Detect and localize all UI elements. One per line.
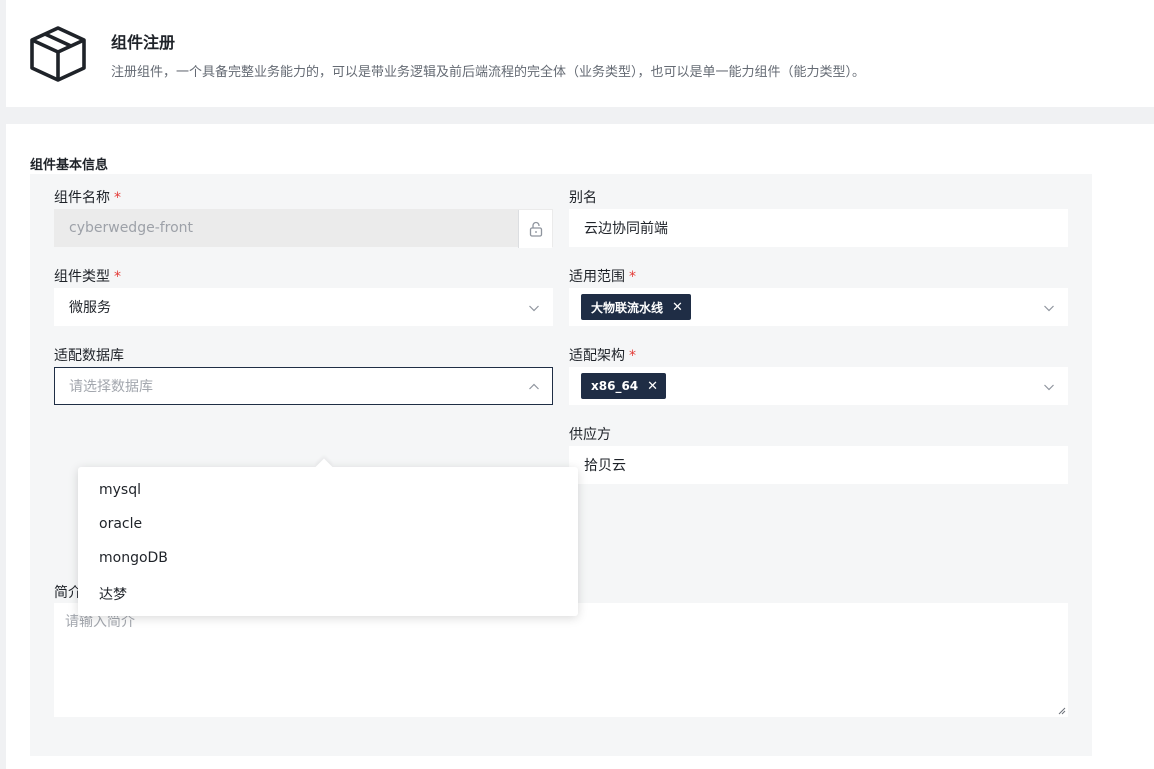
scope-select[interactable]: 大物联流水线 ✕: [569, 288, 1068, 326]
section-title: 组件基本信息: [30, 158, 109, 173]
dropdown-option[interactable]: mysql: [99, 482, 141, 498]
supplier-input[interactable]: 拾贝云: [569, 446, 1068, 484]
intro-textarea[interactable]: 请输入简介: [54, 603, 1068, 717]
type-value: 微服务: [69, 300, 111, 316]
dropdown-option[interactable]: 达梦: [99, 584, 127, 604]
name-label: 组件名称 *: [54, 190, 121, 206]
chevron-up-icon: [529, 383, 539, 390]
database-placeholder: 请选择数据库: [69, 379, 153, 395]
page-title: 组件注册: [111, 33, 176, 52]
arch-tag: x86_64 ✕: [581, 373, 667, 399]
database-label: 适配数据库: [54, 348, 124, 364]
tag-close-icon[interactable]: ✕: [672, 300, 683, 315]
supplier-value: 拾贝云: [584, 458, 626, 474]
box-icon: [30, 26, 86, 82]
dropdown-option[interactable]: oracle: [99, 516, 142, 532]
database-select[interactable]: 请选择数据库: [54, 367, 553, 405]
page-header: 组件注册 注册组件，一个具备完整业务能力的，可以是带业务逻辑及前后端流程的完全体…: [6, 0, 1154, 107]
type-label: 组件类型 *: [54, 269, 121, 285]
main-card: 组件基本信息 组件名称 * cyberwedge-front 别名 云边协同前端 …: [6, 124, 1154, 769]
required-mark: *: [114, 269, 121, 285]
page-description: 注册组件，一个具备完整业务能力的，可以是带业务逻辑及前后端流程的完全体（业务类型…: [111, 65, 866, 80]
intro-placeholder: 请输入简介: [65, 614, 135, 630]
scope-tag: 大物联流水线 ✕: [581, 294, 691, 320]
tag-close-icon[interactable]: ✕: [647, 379, 658, 394]
required-mark: *: [629, 269, 636, 285]
resize-handle-icon[interactable]: [1058, 707, 1066, 715]
scope-label: 适用范围 *: [569, 269, 636, 285]
alias-input[interactable]: 云边协同前端: [569, 209, 1068, 247]
chevron-down-icon: [1044, 305, 1054, 312]
lock-icon: [529, 221, 542, 237]
lock-button: [518, 210, 552, 248]
required-mark: *: [114, 190, 121, 206]
name-field: cyberwedge-front: [54, 209, 553, 248]
alias-label: 别名: [569, 190, 597, 206]
alias-value: 云边协同前端: [584, 221, 668, 237]
chevron-down-icon: [1044, 384, 1054, 391]
supplier-label: 供应方: [569, 427, 611, 443]
arch-select[interactable]: x86_64 ✕: [569, 367, 1068, 405]
chevron-down-icon: [529, 305, 539, 312]
form-panel: 组件名称 * cyberwedge-front 别名 云边协同前端 组件类型 * 微…: [30, 174, 1092, 756]
dropdown-option[interactable]: mongoDB: [99, 550, 168, 566]
name-value: cyberwedge-front: [69, 220, 194, 236]
dropdown-arrow: [315, 458, 333, 476]
arch-label: 适配架构 *: [569, 348, 636, 364]
type-select[interactable]: 微服务: [54, 288, 553, 326]
required-mark: *: [629, 348, 636, 364]
database-dropdown: mysql oracle mongoDB 达梦: [78, 458, 578, 616]
